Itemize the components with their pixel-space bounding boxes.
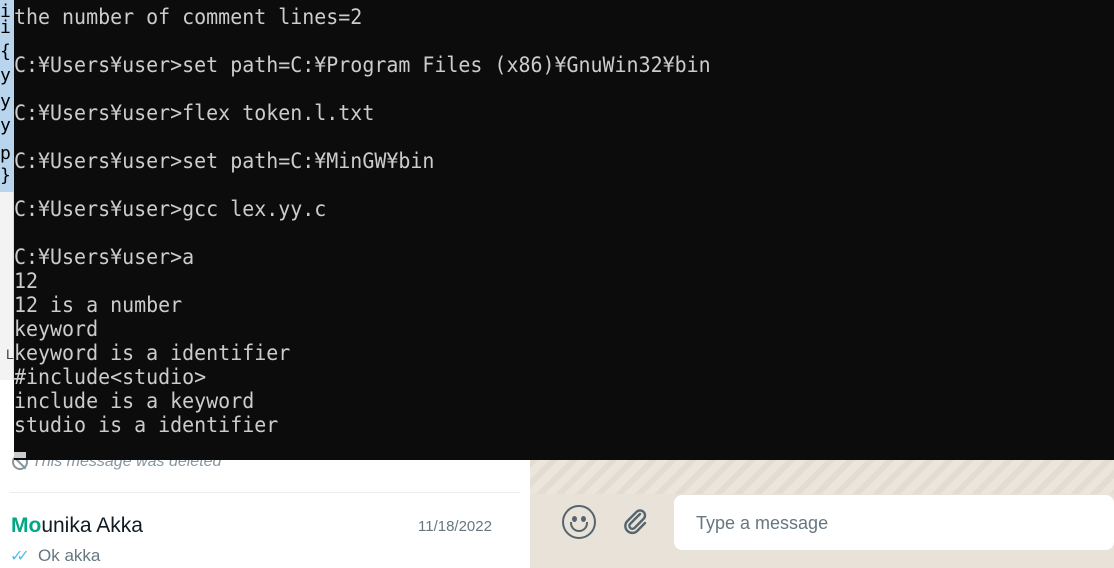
console-line: the number of comment lines=2 xyxy=(14,5,363,29)
console-line: keyword is a identifier xyxy=(14,341,291,365)
notepad-char: y xyxy=(0,65,11,86)
console-line: studio is a identifier xyxy=(14,413,279,437)
contact-name-rest: unika Akka xyxy=(41,514,143,537)
chat-wallpaper xyxy=(530,460,1114,494)
console-line: include is a keyword xyxy=(14,389,255,413)
notepad-char: { xyxy=(0,41,11,62)
last-message-text: Ok akka xyxy=(38,546,101,565)
console-line: #include<studio> xyxy=(14,365,207,389)
console-cursor xyxy=(14,452,26,458)
list-divider xyxy=(10,492,520,493)
console-line: 12 xyxy=(14,269,39,293)
message-input-placeholder: Type a message xyxy=(696,513,829,533)
notepad-char: y xyxy=(0,91,11,112)
notepad-char: i xyxy=(0,17,11,38)
command-prompt-window[interactable]: the number of comment lines=2 C:¥Users¥us… xyxy=(14,0,1114,460)
console-line: 12 is a number xyxy=(14,293,183,317)
notepad-char: p xyxy=(0,143,11,164)
chat-item-last-message[interactable]: ✓✓ Ok akka xyxy=(10,546,100,566)
read-receipt-icon: ✓✓ xyxy=(10,548,30,565)
console-line: C:¥Users¥user>a xyxy=(14,245,195,269)
console-line: C:¥Users¥user>set path=C:¥Program Files … xyxy=(14,53,711,77)
emoji-icon[interactable] xyxy=(562,505,596,539)
notepad-status-char: L xyxy=(6,346,14,362)
notepad-char: } xyxy=(0,165,11,186)
message-input[interactable]: Type a message xyxy=(674,495,1114,550)
console-line: C:¥Users¥user>set path=C:¥MinGW¥bin xyxy=(14,149,435,173)
console-output: the number of comment lines=2 C:¥Users¥us… xyxy=(14,5,711,437)
console-line: C:¥Users¥user>flex token.l.txt xyxy=(14,101,375,125)
paperclip-icon[interactable] xyxy=(620,506,650,536)
chat-item-contact-name[interactable]: Mounika Akka xyxy=(11,514,143,538)
search-match-highlight: Mo xyxy=(11,514,42,537)
notepad-char: y xyxy=(0,115,11,136)
console-line: C:¥Users¥user>gcc lex.yy.c xyxy=(14,197,327,221)
chat-item-date: 11/18/2022 xyxy=(418,518,492,535)
console-line: keyword xyxy=(14,317,99,341)
